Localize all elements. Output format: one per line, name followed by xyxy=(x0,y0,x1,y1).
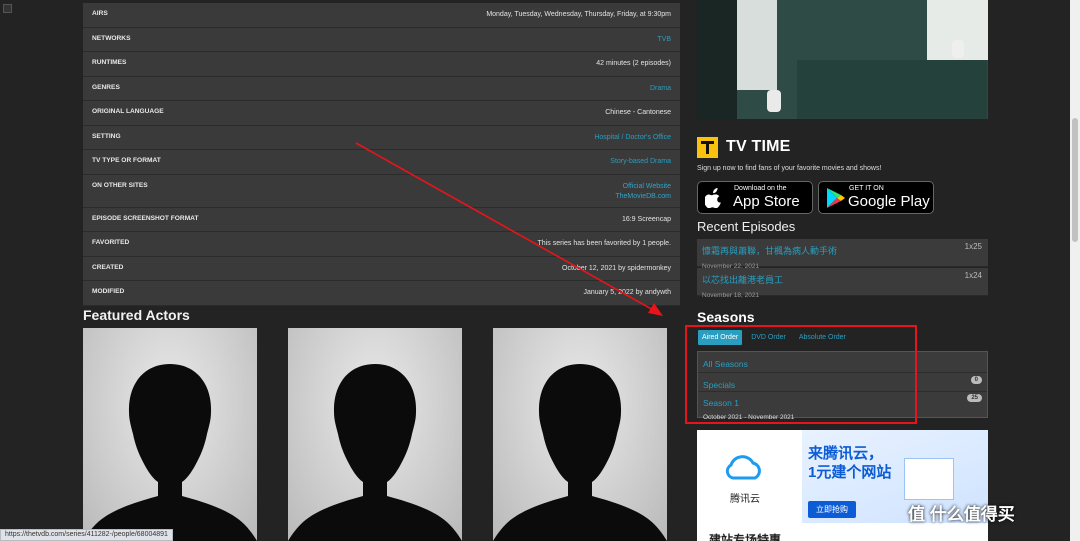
info-value: October 12, 2021 by spidermonkey xyxy=(562,264,671,272)
scrollbar[interactable] xyxy=(1070,0,1080,541)
ad-illustration xyxy=(904,458,954,500)
tencent-cloud-logo-icon xyxy=(725,455,761,480)
recent-episode-item: 以芯找出離港老員工 November 18, 2021 1x24 xyxy=(697,268,988,299)
info-key: EPISODE SCREENSHOT FORMAT xyxy=(92,214,199,222)
watermark: 值 什么值得买 xyxy=(908,505,1015,524)
info-row-screenshot-format: EPISODE SCREENSHOT FORMAT 16:9 Screencap xyxy=(83,207,680,232)
annotation-highlight-box xyxy=(685,325,917,424)
format-link[interactable]: Story-based Drama xyxy=(610,157,671,168)
series-poster[interactable] xyxy=(697,0,988,119)
featured-actors-title: Featured Actors xyxy=(83,307,190,323)
info-value: January 5, 2022 by andywth xyxy=(583,289,671,296)
genre-link[interactable]: Drama xyxy=(650,84,671,95)
actor-card[interactable] xyxy=(288,328,462,541)
info-row-created: CREATED October 12, 2021 by spidermonkey xyxy=(83,256,680,281)
info-key: NETWORKS xyxy=(92,34,131,42)
themoviedb-link[interactable]: TheMovieDB.com xyxy=(615,192,671,203)
episode-number: 1x24 xyxy=(964,271,982,280)
info-row-favorited: FAVORITED This series has been favorited … xyxy=(83,232,680,257)
info-row-other-sites: ON OTHER SITES Official Website TheMovieDB… xyxy=(83,174,680,208)
person-silhouette-icon xyxy=(493,364,667,541)
ad-bottom-text: 建站专场特惠 xyxy=(709,533,782,541)
app-store-small-label: Download on the xyxy=(734,185,787,192)
episode-count-badge: 25 xyxy=(967,394,982,402)
apple-icon xyxy=(705,188,721,208)
ad-cta-button[interactable]: 立即抢购 xyxy=(808,501,856,518)
tvtime-logo-icon xyxy=(697,137,718,158)
info-value: This series has been favorited by 1 peop… xyxy=(537,240,671,247)
google-play-button[interactable]: GET IT ON Google Play xyxy=(818,181,934,214)
info-row-genres: GENRES Drama xyxy=(83,76,680,101)
info-row-networks: NETWORKS TVB xyxy=(83,27,680,52)
info-key: RUNTIMES xyxy=(92,59,127,66)
google-play-icon xyxy=(827,188,845,208)
tvtime-subtitle: Sign up now to find fans of your favorit… xyxy=(697,165,882,172)
info-key: SETTING xyxy=(92,132,121,140)
info-key: TV TYPE OR FORMAT xyxy=(92,157,161,164)
app-store-label: App Store xyxy=(733,193,800,210)
info-key: CREATED xyxy=(92,263,124,271)
info-value: Monday, Tuesday, Wednesday, Thursday, Fr… xyxy=(486,11,671,18)
person-silhouette-icon xyxy=(288,364,462,541)
info-value: 42 minutes (2 episodes) xyxy=(596,60,671,67)
info-row-airs: AIRS Monday, Tuesday, Wednesday, Thursday… xyxy=(83,3,680,28)
episode-count-badge: 0 xyxy=(970,376,982,384)
info-value: Chinese - Cantonese xyxy=(605,109,671,116)
info-row-setting: SETTING Hospital / Doctor's Office xyxy=(83,125,680,150)
network-link[interactable]: TVB xyxy=(657,35,671,46)
episode-title-link[interactable]: 以芯找出離港老員工 xyxy=(702,275,783,285)
info-value: 16:9 Screencap xyxy=(621,215,671,223)
person-silhouette-icon xyxy=(83,364,257,541)
episode-number: 1x25 xyxy=(964,242,982,251)
ad-brand: 腾讯云 xyxy=(730,494,760,505)
scrollbar-thumb[interactable] xyxy=(1072,118,1078,242)
setting-link[interactable]: Hospital / Doctor's Office xyxy=(594,133,671,144)
google-play-small-label: GET IT ON xyxy=(849,185,884,192)
tvtime-title: TV TIME xyxy=(726,138,791,155)
info-key: ORIGINAL LANGUAGE xyxy=(92,108,164,115)
status-bar-url: https://thetvdb.com/series/411282-/peopl… xyxy=(0,529,173,541)
info-row-runtimes: RUNTIMES 42 minutes (2 episodes) xyxy=(83,52,680,77)
recent-episode-item: 慷霜再與蕭聯，甘楓為病人動手術 November 22, 2021 1x25 xyxy=(697,239,988,270)
app-store-button[interactable]: Download on the App Store xyxy=(697,181,813,214)
info-row-language: ORIGINAL LANGUAGE Chinese - Cantonese xyxy=(83,101,680,126)
info-key: AIRS xyxy=(92,10,108,17)
info-key: MODIFIED xyxy=(92,288,125,295)
info-row-modified: MODIFIED January 5, 2022 by andywth xyxy=(83,281,680,306)
official-website-link[interactable]: Official Website xyxy=(615,182,671,193)
info-key: FAVORITED xyxy=(92,239,130,246)
actor-card[interactable] xyxy=(83,328,257,541)
recent-episodes-title: Recent Episodes xyxy=(697,219,796,234)
series-info-table: AIRS Monday, Tuesday, Wednesday, Thursday… xyxy=(83,3,680,306)
ad-headline-1: 来腾讯云， xyxy=(808,445,884,462)
info-key: ON OTHER SITES xyxy=(92,181,148,189)
info-key: GENRES xyxy=(92,83,120,91)
page-icon xyxy=(3,4,12,13)
ad-headline-2: 1元建个网站 xyxy=(808,464,892,481)
poster-image xyxy=(697,0,988,119)
actor-card[interactable] xyxy=(493,328,667,541)
info-row-format: TV TYPE OR FORMAT Story-based Drama xyxy=(83,150,680,175)
google-play-label: Google Play xyxy=(848,193,930,210)
seasons-title: Seasons xyxy=(697,309,755,325)
episode-date: November 18, 2021 xyxy=(702,292,760,299)
episode-title-link[interactable]: 慷霜再與蕭聯，甘楓為病人動手術 xyxy=(702,246,837,256)
